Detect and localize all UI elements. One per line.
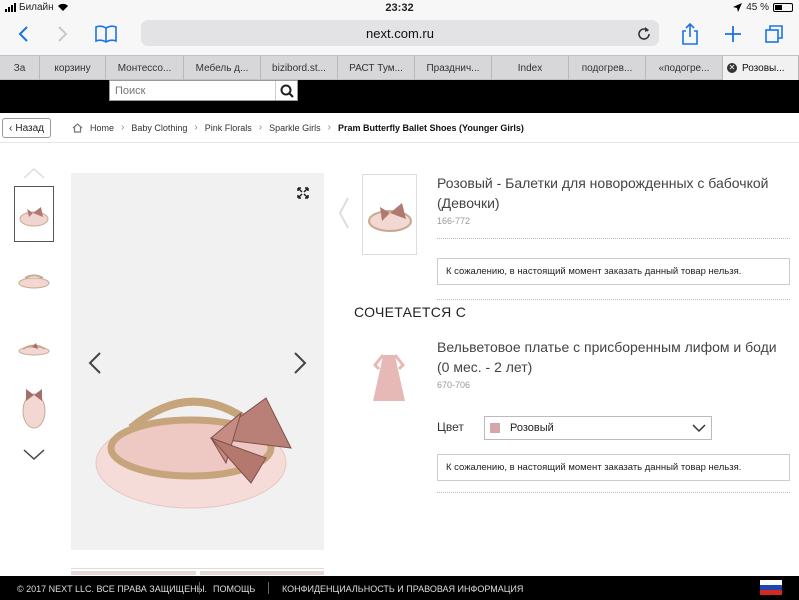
color-value: Розовый: [510, 422, 554, 434]
matching-item-code: 670-706: [437, 380, 471, 390]
share-icon[interactable]: [677, 21, 703, 47]
chevron-right-icon: ›: [194, 122, 198, 133]
address-bar[interactable]: next.com.ru: [141, 20, 659, 46]
breadcrumb-bar: ‹ Назад Home › Baby Clothing › Pink Flor…: [0, 113, 799, 143]
breadcrumb-pink-florals[interactable]: Pink Florals: [205, 123, 252, 133]
search-input[interactable]: [110, 81, 275, 100]
screen: { "status": { "carrier": "Билайн", "time…: [0, 0, 799, 600]
battery-percent: 45 %: [746, 2, 769, 13]
tab-6[interactable]: Празднич...: [415, 56, 492, 80]
color-label: Цвет: [437, 420, 464, 434]
home-icon[interactable]: [72, 122, 83, 133]
thumbnail-4[interactable]: [14, 380, 54, 436]
unavailable-notice-2: К сожалению, в настоящий момент заказать…: [437, 454, 790, 481]
search-box: [109, 80, 298, 101]
thumbnail-strip: [71, 568, 324, 576]
search-button[interactable]: [275, 81, 297, 100]
color-select[interactable]: Розовый: [484, 416, 712, 440]
product-title: Розовый - Балетки для новорожденных с ба…: [437, 175, 769, 211]
tab-strip: За корзину Монтессо... Мебель д... bizib…: [0, 55, 799, 80]
russia-flag-icon[interactable]: [760, 580, 782, 595]
tab-active[interactable]: ✕ Розовы...: [723, 56, 799, 80]
new-tab-icon[interactable]: [720, 21, 746, 47]
tab-7[interactable]: Index: [492, 56, 569, 80]
chevron-up-icon[interactable]: [22, 166, 46, 180]
divider: [437, 492, 790, 493]
help-link[interactable]: ПОМОЩЬ: [213, 584, 255, 594]
tab-1[interactable]: корзину: [40, 56, 106, 80]
breadcrumb-current: Pram Butterfly Ballet Shoes (Younger Gir…: [337, 122, 524, 133]
chevron-down-icon: [692, 424, 706, 433]
url-text: next.com.ru: [366, 25, 434, 41]
browser-toolbar: next.com.ru: [0, 15, 799, 55]
tab-2[interactable]: Монтессо...: [106, 56, 184, 80]
ballet-shoe-illustration: [95, 397, 292, 509]
privacy-link[interactable]: КОНФИДЕНЦИАЛЬНОСТЬ И ПРАВОВАЯ ИНФОРМАЦИЯ: [282, 584, 523, 594]
thumbnail-3[interactable]: [14, 316, 54, 372]
chevron-right-icon: ›: [121, 122, 125, 133]
status-bar: Билайн 23:32 45 %: [0, 0, 799, 15]
footer: © 2017 NEXT LLC. ВСЕ ПРАВА ЗАЩИЩЕНЫ. ПОМ…: [0, 576, 799, 600]
tabs-overview-icon[interactable]: [761, 21, 787, 47]
tab-9[interactable]: «подогре...: [646, 56, 723, 80]
product-image: [71, 173, 324, 550]
reload-icon[interactable]: [637, 25, 651, 41]
thumbnail-1[interactable]: [14, 186, 54, 242]
color-swatch: [490, 423, 500, 433]
divider: [437, 299, 790, 300]
battery-icon: [773, 3, 793, 12]
back-button[interactable]: ‹ Назад: [2, 118, 51, 138]
collapse-arrow-icon[interactable]: [338, 196, 350, 230]
tab-8[interactable]: подогрев...: [569, 56, 646, 80]
product-code: 166-772: [437, 216, 471, 226]
tab-5[interactable]: РАСТ Тум...: [338, 56, 415, 80]
copyright: © 2017 NEXT LLC. ВСЕ ПРАВА ЗАЩИЩЕНЫ.: [17, 584, 208, 594]
back-icon[interactable]: [10, 21, 36, 47]
divider: [437, 238, 790, 239]
chevron-right-icon: ›: [258, 122, 263, 133]
breadcrumb-home[interactable]: Home: [90, 123, 114, 133]
location-icon: [733, 3, 743, 12]
tab-3[interactable]: Мебель д...: [184, 56, 261, 80]
breadcrumb-baby-clothing[interactable]: Baby Clothing: [131, 123, 187, 133]
tab-0[interactable]: За: [0, 56, 40, 80]
expand-icon[interactable]: [297, 187, 309, 199]
breadcrumb: Home › Baby Clothing › Pink Florals › Sp…: [72, 122, 524, 133]
search-icon: [280, 84, 294, 98]
dress-thumbnail[interactable]: [362, 339, 415, 416]
tab-4[interactable]: bizibord.st...: [261, 56, 338, 80]
close-icon[interactable]: ✕: [727, 63, 737, 73]
thumbnail-2[interactable]: [14, 250, 54, 306]
unavailable-notice: К сожалению, в настоящий момент заказать…: [437, 258, 790, 285]
clock: 23:32: [385, 2, 414, 14]
site-header: [0, 80, 799, 113]
matching-item-title[interactable]: Вельветовое платье с присборенным лифом …: [437, 337, 792, 377]
product-thumbnail: [362, 174, 417, 255]
forward-icon[interactable]: [50, 21, 76, 47]
section-heading: СОЧЕТАЕТСЯ С: [354, 304, 467, 320]
breadcrumb-sparkle-girls[interactable]: Sparkle Girls: [269, 123, 321, 133]
chevron-right-icon: ›: [327, 122, 331, 133]
bookmarks-icon[interactable]: [92, 21, 120, 47]
chevron-left-icon: ‹: [9, 122, 13, 134]
chevron-down-icon[interactable]: [22, 448, 46, 462]
